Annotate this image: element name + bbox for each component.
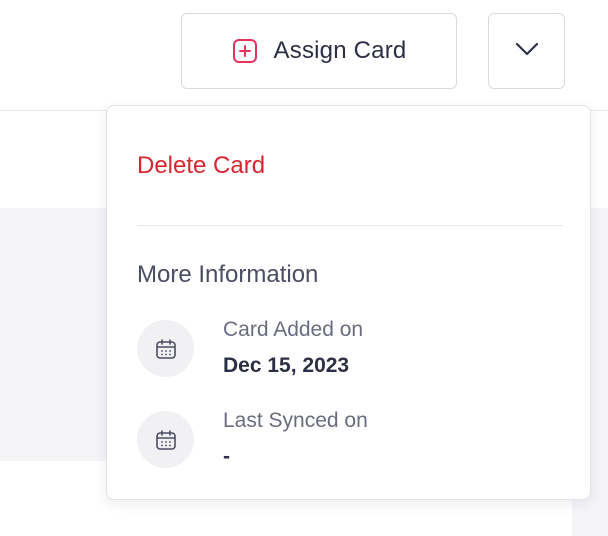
chevron-down-icon bbox=[514, 41, 540, 62]
card-added-info: Card Added on Dec 15, 2023 bbox=[137, 318, 557, 380]
more-information-heading: More Information bbox=[137, 261, 319, 288]
last-synced-value: - bbox=[223, 445, 230, 468]
card-added-label: Card Added on bbox=[223, 318, 364, 341]
plus-square-icon bbox=[232, 38, 258, 64]
assign-card-button[interactable]: Assign Card bbox=[181, 13, 457, 89]
calendar-icon bbox=[137, 320, 194, 377]
last-synced-label: Last Synced on bbox=[223, 409, 368, 432]
delete-card-menu-item[interactable]: Delete Card bbox=[137, 152, 265, 180]
last-synced-info: Last Synced on - bbox=[137, 409, 557, 471]
card-actions-menu: Delete Card More Information Card Added … bbox=[106, 105, 591, 500]
page: Assign Card Delete Card More Information bbox=[0, 0, 608, 536]
assign-card-label: Assign Card bbox=[273, 37, 407, 64]
more-actions-dropdown-button[interactable] bbox=[488, 13, 565, 89]
menu-divider bbox=[137, 225, 563, 226]
calendar-icon bbox=[137, 411, 194, 468]
card-added-value: Dec 15, 2023 bbox=[223, 354, 350, 377]
